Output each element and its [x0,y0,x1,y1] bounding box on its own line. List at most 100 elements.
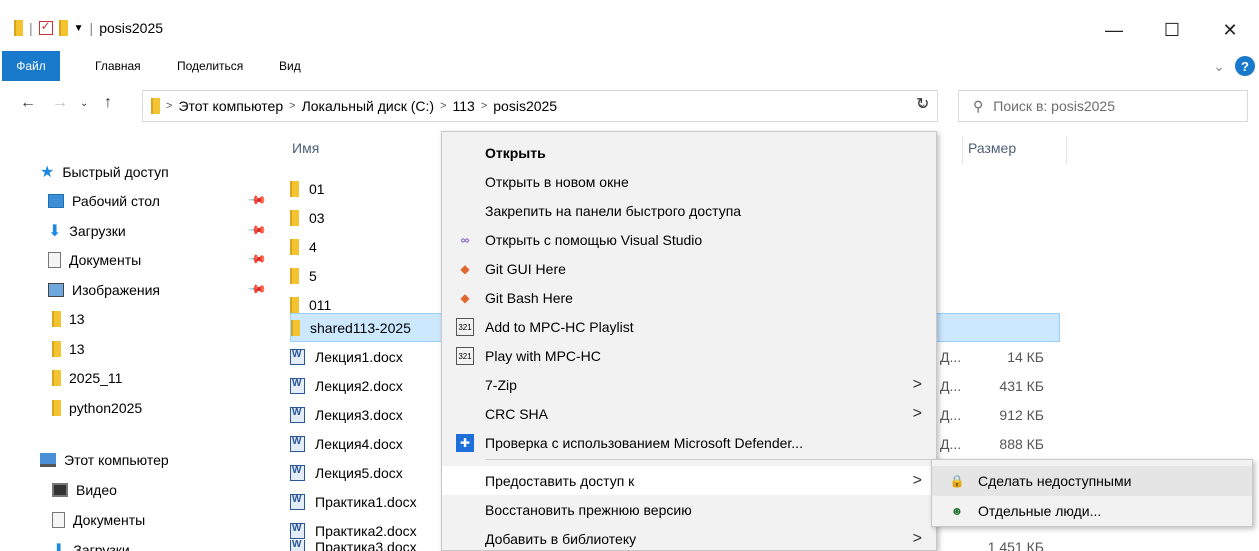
window-title: posis2025 [99,20,164,36]
submenu-item-specific-people[interactable]: ☻ Отдельные люди... [932,496,1252,526]
visual-studio-icon: ∞ [460,233,470,247]
nav-folder-13b[interactable]: 13 [52,335,85,363]
maximize-button[interactable]: ☐ [1143,14,1201,46]
tab-view[interactable]: Вид [279,51,301,81]
nav-pc-downloads[interactable]: ⬇ Загрузки [52,536,130,551]
chevron-right-icon: > [912,471,922,489]
nav-videos[interactable]: Видео [52,476,117,504]
up-arrow-icon[interactable]: ↑ [104,94,112,112]
chevron-right-icon: > [912,529,922,547]
recent-locations-icon[interactable]: ⌄ [80,98,88,109]
title-bar: | ▼ | posis2025 — ☐ ✕ [0,0,1259,51]
menu-item-git-bash[interactable]: ◆ Git Bash Here [442,283,936,312]
word-document-icon [290,464,305,481]
word-document-icon [290,377,305,394]
tab-file[interactable]: Файл [2,51,60,81]
nav-folder-2025_11[interactable]: 2025_11 [52,364,122,392]
folder-icon [290,209,299,226]
nav-pictures[interactable]: Изображения [48,276,160,304]
column-divider[interactable] [962,136,963,164]
git-icon: ◆ [460,262,470,276]
new-folder-icon[interactable] [58,20,68,36]
menu-item-restore-version[interactable]: Восстановить прежнюю версию [442,495,936,524]
folder-icon [52,400,61,416]
search-icon: ⚲ [973,97,984,114]
menu-item-give-access[interactable]: Предоставить доступ к > [442,466,936,495]
column-header-name[interactable]: Имя [292,140,319,156]
folder-icon [52,311,61,327]
downloads-icon: ⬇ [52,542,66,551]
word-document-icon [290,406,305,423]
nav-folder-13a[interactable]: 13 [52,305,85,333]
folder-icon [290,238,299,255]
give-access-submenu: 🔒 Сделать недоступными ☻ Отдельные люди.… [931,459,1253,527]
menu-item-pin-quick-access[interactable]: Закрепить на панели быстрого доступа [442,196,936,225]
menu-item-mpc-play[interactable]: 321 Play with MPC-HC [442,341,936,370]
folder-icon [151,98,160,114]
tab-home[interactable]: Главная [95,51,141,81]
pin-icon: 📌 [247,219,268,241]
documents-icon [48,252,61,268]
documents-icon [52,512,65,528]
pin-icon: 📌 [247,248,268,270]
menu-item-add-to-library[interactable]: Добавить в библиотеку > [442,524,936,551]
folder-icon [52,341,61,357]
breadcrumb-this-pc[interactable]: Этот компьютер [178,98,283,114]
lock-icon: 🔒 [949,474,965,488]
nav-desktop[interactable]: Рабочий стол [48,187,160,215]
quick-access-toolbar: | ▼ | posis2025 [14,19,164,36]
folder-icon [290,267,299,284]
menu-item-mpc-playlist[interactable]: 321 Add to MPC-HC Playlist [442,312,936,341]
menu-item-open[interactable]: Открыть [442,138,936,167]
tab-share[interactable]: Поделиться [177,51,243,81]
refresh-icon[interactable]: ↻ [916,94,929,114]
pictures-icon [48,283,64,297]
nav-this-pc[interactable]: Этот компьютер [40,446,169,474]
close-button[interactable]: ✕ [1201,14,1259,46]
context-menu: Открыть Открыть в новом окне Закрепить н… [441,131,937,551]
minimize-button[interactable]: — [1085,14,1143,46]
word-document-icon [290,540,305,551]
breadcrumb-local-disk[interactable]: Локальный диск (C:) [302,98,435,114]
nav-pc-documents[interactable]: Документы [52,506,145,534]
column-header-size[interactable]: Размер [968,140,1016,156]
defender-icon: ✚ [456,434,474,452]
menu-item-git-gui[interactable]: ◆ Git GUI Here [442,254,936,283]
nav-quick-access[interactable]: ★ Быстрый доступ [40,158,169,186]
video-icon [52,483,68,497]
expand-ribbon-icon[interactable]: ⌄ [1213,58,1225,75]
menu-item-open-visual-studio[interactable]: ∞ Открыть с помощью Visual Studio [442,225,936,254]
word-document-icon [290,348,305,365]
back-arrow-icon[interactable]: ← [20,94,36,112]
search-input[interactable]: ⚲ Поиск в: posis2025 [958,90,1248,122]
folder-icon [14,20,23,36]
menu-item-7zip[interactable]: 7-Zip > [442,370,936,399]
submenu-item-remove-access[interactable]: 🔒 Сделать недоступными [932,466,1252,496]
column-divider[interactable] [1066,136,1067,164]
breadcrumb-113[interactable]: 113 [453,98,475,114]
folder-icon [291,319,300,336]
git-icon: ◆ [460,291,470,305]
properties-icon[interactable] [38,19,53,35]
menu-item-open-new-window[interactable]: Открыть в новом окне [442,167,936,196]
menu-item-crc-sha[interactable]: CRC SHA > [442,399,936,428]
mpc-hc-icon: 321 [456,347,474,365]
word-document-icon [290,493,305,510]
help-icon[interactable]: ? [1235,56,1255,76]
customize-toolbar-icon[interactable]: ▼ [74,23,84,34]
nav-folder-python2025[interactable]: python2025 [52,394,142,422]
menu-item-defender-scan[interactable]: ✚ Проверка с использованием Microsoft De… [442,428,936,457]
pin-icon: 📌 [247,278,268,300]
breadcrumb-posis2025[interactable]: posis2025 [493,98,557,114]
desktop-icon [48,194,64,208]
downloads-icon: ⬇ [48,223,62,240]
window-controls: — ☐ ✕ [1085,14,1259,46]
address-bar-row: ← → ⌄ ↑ > Этот компьютер > Локальный дис… [0,88,1259,124]
people-icon: ☻ [950,504,964,518]
menu-separator [485,459,933,460]
folder-icon [290,180,299,197]
nav-downloads[interactable]: ⬇ Загрузки [48,217,126,245]
address-field[interactable]: > Этот компьютер > Локальный диск (C:) >… [142,90,938,122]
forward-arrow-icon[interactable]: → [52,94,68,112]
nav-documents[interactable]: Документы [48,246,141,274]
